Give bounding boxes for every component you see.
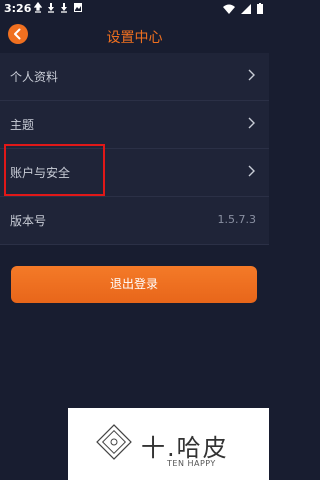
settings-item-version: 版本号 1.5.7.3 [0,197,269,245]
settings-item-profile[interactable]: 个人资料 [0,53,269,101]
notification-icons [34,2,83,13]
status-bar: 3:26 [0,0,269,19]
chevron-right-icon [248,69,255,81]
wifi-icon [223,4,235,14]
settings-item-theme[interactable]: 主题 [0,101,269,149]
status-time: 3:26 [4,2,32,15]
page-title: 设置中心 [106,30,163,46]
system-icons [223,3,263,14]
header: 设置中心 [0,19,269,52]
settings-item-label: 个人资料 [10,70,59,84]
chevron-right-icon [248,117,255,129]
watermark-sub: TEN HAPPY [167,459,216,468]
download-icon [48,3,54,13]
chevron-right-icon [248,165,255,177]
image-icon [74,3,82,12]
settings-item-label: 主题 [10,118,35,132]
settings-item-label: 版本号 [10,214,47,228]
download-icon [61,3,67,13]
version-value: 1.5.7.3 [217,213,256,226]
highlight-box [4,144,105,196]
upload-icon [34,2,42,13]
signal-icon [241,3,251,14]
battery-icon [257,3,263,14]
watermark-brand: 十.哈皮 [141,434,229,462]
diamond-logo-icon [96,424,132,460]
logout-button[interactable]: 退出登录 [11,266,257,303]
watermark: 十.哈皮 TEN HAPPY [68,408,269,480]
